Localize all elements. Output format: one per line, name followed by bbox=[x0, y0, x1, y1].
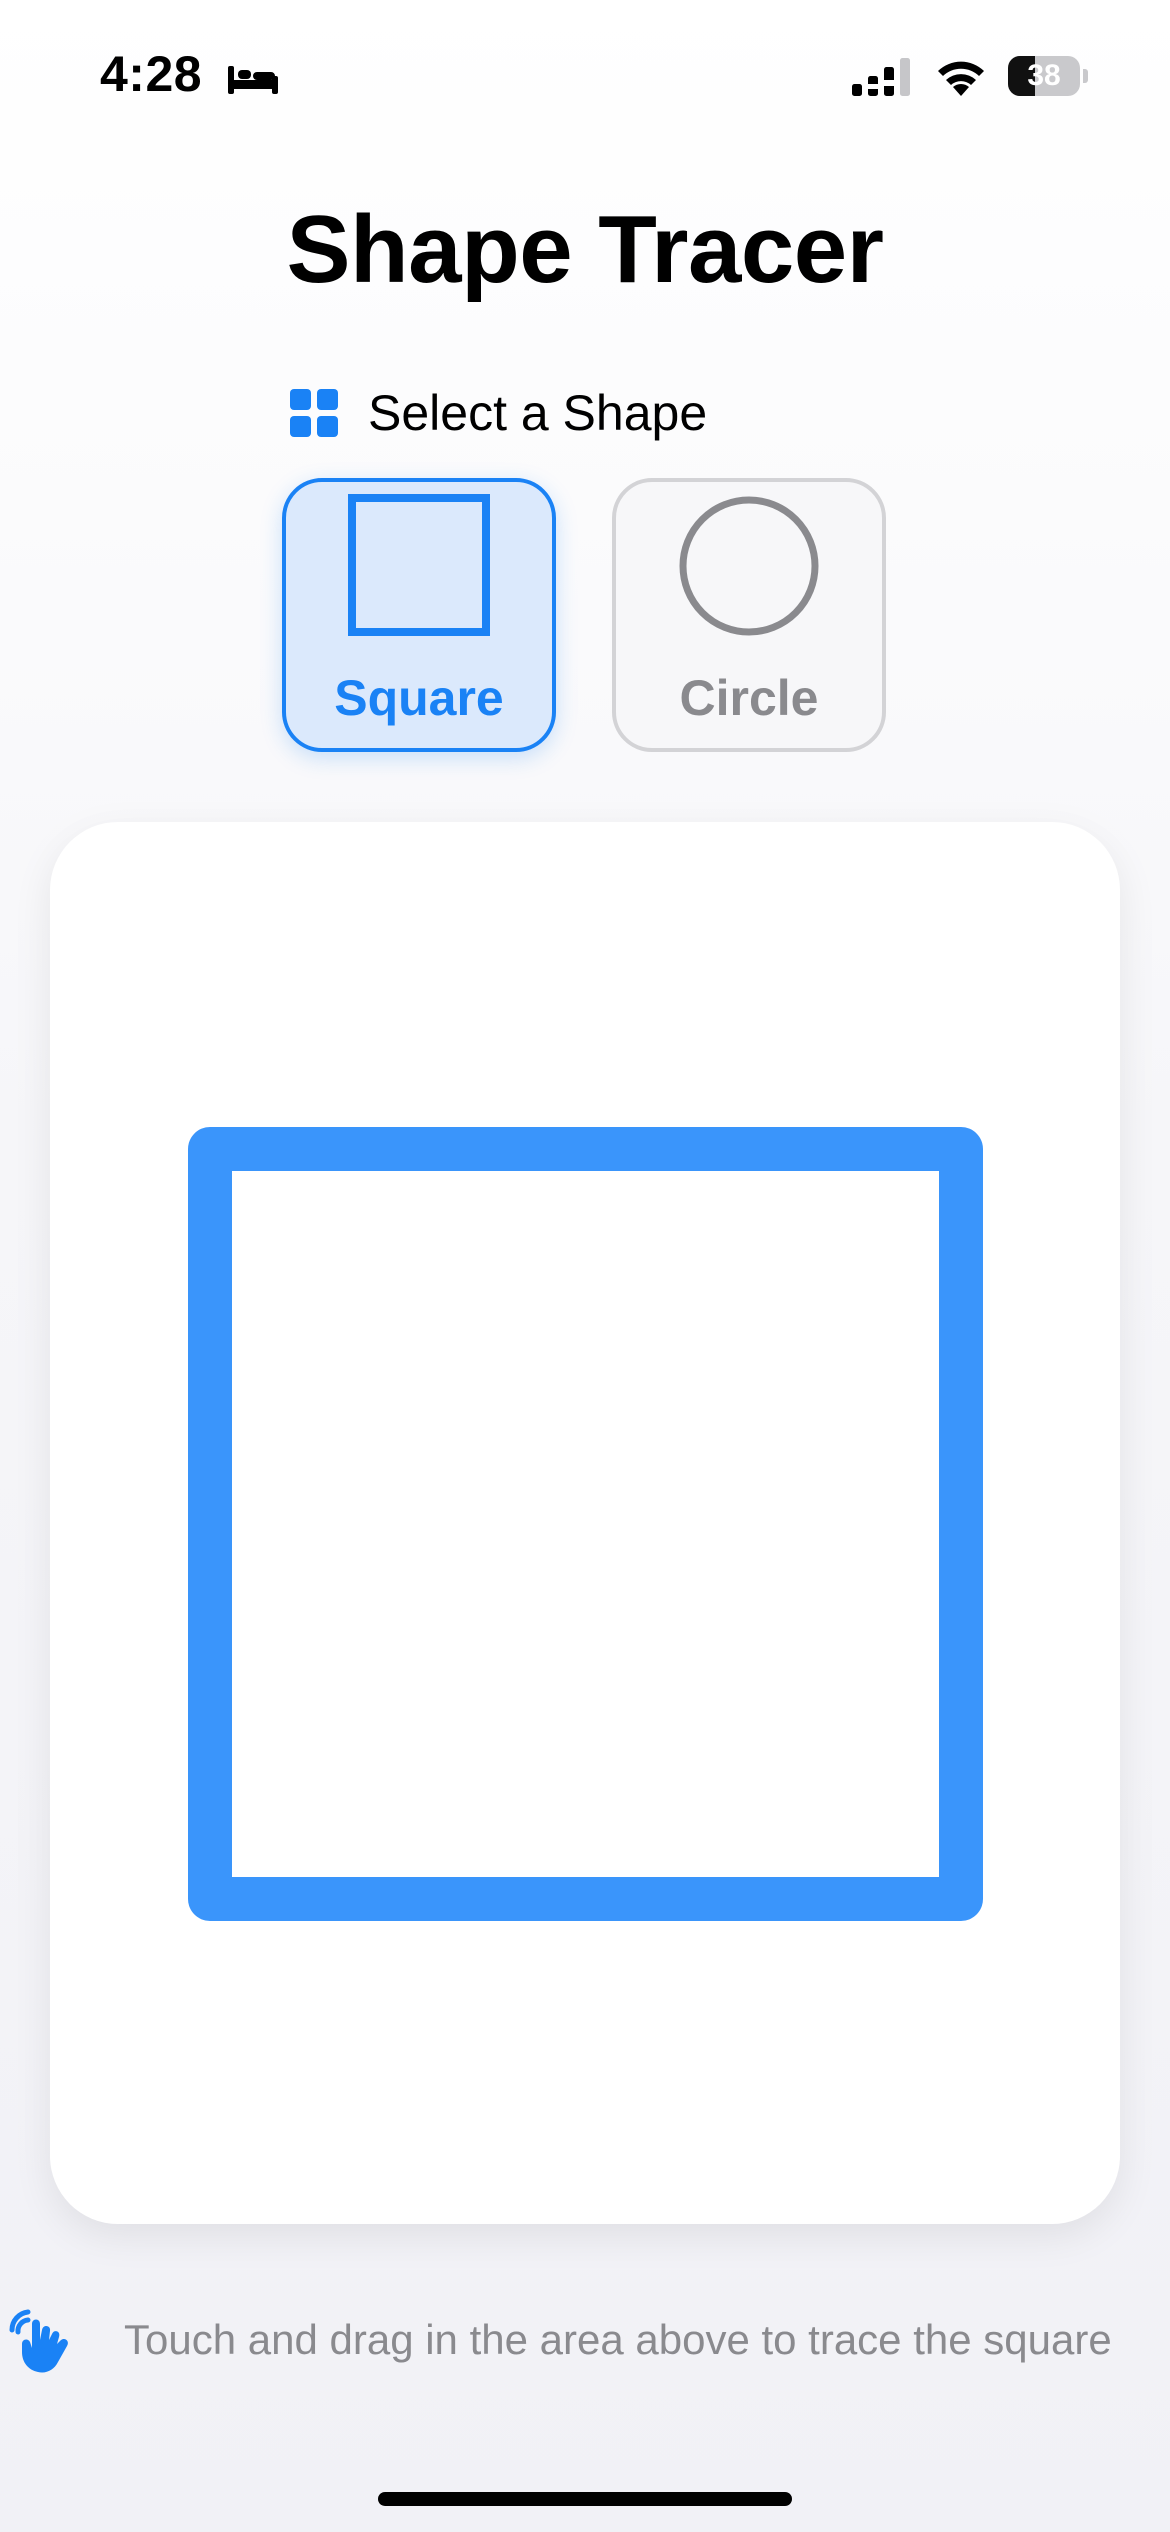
circle-option-label: Circle bbox=[679, 670, 819, 726]
home-indicator[interactable] bbox=[378, 2492, 792, 2506]
battery-indicator: 38 bbox=[1008, 56, 1088, 96]
square-option-button[interactable]: Square bbox=[282, 478, 556, 752]
tracing-canvas[interactable] bbox=[50, 822, 1120, 2224]
square-icon bbox=[348, 494, 490, 636]
hand-tap-icon bbox=[9, 2309, 68, 2373]
bed-icon bbox=[228, 66, 278, 94]
circle-option-button[interactable]: Circle bbox=[612, 478, 886, 752]
grid-icon bbox=[290, 389, 338, 437]
instruction-row: Touch and drag in the area above to trac… bbox=[0, 2300, 1170, 2380]
wifi-icon bbox=[938, 61, 984, 96]
instruction-text: Touch and drag in the area above to trac… bbox=[124, 2316, 1112, 2363]
status-time: 4:28 bbox=[100, 46, 203, 102]
traced-square-path bbox=[188, 1127, 983, 1921]
circle-icon bbox=[679, 496, 819, 636]
cellular-signal-icon bbox=[852, 58, 910, 96]
square-option-label: Square bbox=[334, 670, 504, 726]
section-label: Select a Shape bbox=[368, 385, 708, 441]
status-bar: 4:28 38 bbox=[0, 0, 1170, 150]
page-title: Shape Tracer bbox=[286, 196, 885, 303]
battery-level: 38 bbox=[1027, 59, 1061, 92]
